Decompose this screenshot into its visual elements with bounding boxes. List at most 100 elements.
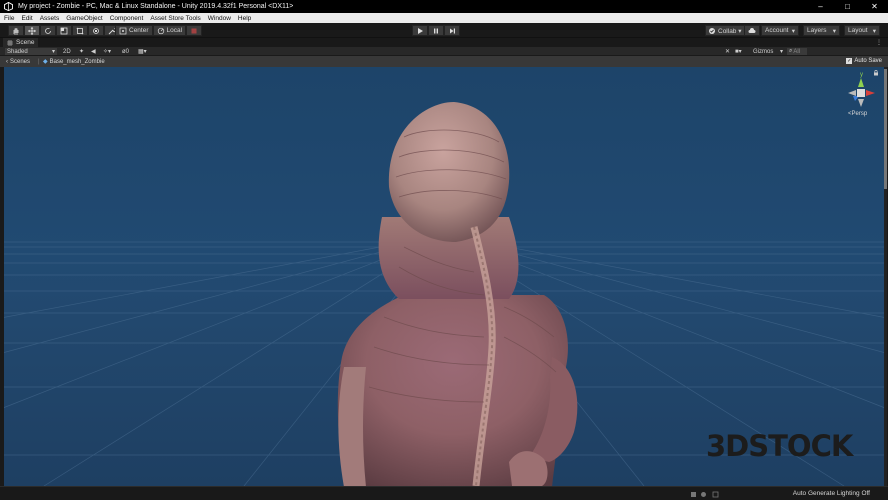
camera-settings[interactable]: ■▾ (735, 48, 742, 55)
transform-tool-button[interactable] (88, 25, 104, 36)
tools-toggle[interactable]: ✕ (725, 48, 730, 55)
grid-icon: ▦▾ (138, 49, 147, 55)
layout-label: Layout (848, 27, 868, 34)
transform-tools (8, 25, 120, 36)
window-controls: – □ ✕ (807, 0, 888, 13)
chevron-down-icon: ▾ (779, 49, 783, 55)
collab-check-icon (709, 27, 715, 34)
collab-button[interactable]: Collab ▾ (705, 25, 746, 36)
viewport-scrollbar[interactable] (884, 67, 887, 486)
menu-component[interactable]: Component (110, 15, 144, 22)
menu-edit[interactable]: Edit (21, 15, 32, 22)
lighting-status-text[interactable]: Auto Generate Lighting Off (793, 490, 870, 497)
draw-mode-dropdown[interactable]: Shaded ▾ (5, 48, 57, 55)
watermark-part1: 3D (706, 429, 749, 463)
checkbox-checked-icon: ✓ (846, 58, 853, 64)
maximize-button[interactable]: □ (834, 0, 861, 13)
toggle-2d-label: 2D (63, 48, 71, 55)
move-tool-button[interactable] (24, 25, 40, 36)
camera-icon: ■▾ (735, 49, 742, 55)
breadcrumb-separator: | (38, 58, 40, 65)
play-icon (418, 27, 423, 34)
grid-toggle[interactable]: ▦▾ (138, 48, 147, 55)
gizmo-center-cube-icon[interactable] (857, 89, 865, 97)
light-bulb-icon: ✦ (79, 49, 85, 55)
menu-help[interactable]: Help (238, 15, 251, 22)
layout-dropdown[interactable]: Layout ▾ (844, 25, 880, 36)
auto-save-toggle[interactable]: ✓ Auto Save (846, 58, 882, 64)
scale-icon (60, 27, 68, 34)
pause-button[interactable] (428, 25, 444, 36)
hand-tool-button[interactable] (8, 25, 24, 36)
y-axis-cone-icon[interactable] (858, 78, 864, 87)
lighting-toggle[interactable]: ✦ (79, 48, 84, 55)
transform-icon (93, 27, 99, 34)
pivot-local-button[interactable]: Local (152, 25, 187, 36)
chevron-left-icon: ‹ (6, 58, 8, 65)
gizmo-y-label: y (860, 72, 863, 78)
toggle-2d-button[interactable]: 2D (63, 48, 71, 55)
neg-x-axis-cone-icon[interactable] (848, 90, 856, 96)
audio-toggle[interactable]: ◀ (91, 48, 96, 55)
rect-tool-button[interactable] (72, 25, 88, 36)
step-icon (450, 28, 455, 33)
projection-label: Persp (851, 111, 868, 117)
search-icon: ⌕ (789, 48, 793, 54)
zombie-model (337, 102, 578, 486)
layers-dropdown-group: Layers ▾ (803, 25, 840, 36)
tab-strip: Scene ⋮ (0, 38, 888, 47)
window-title: My project - Zombie - PC, Mac & Linux St… (18, 3, 294, 10)
menu-file[interactable]: File (4, 15, 14, 22)
hierarchy-search-input[interactable]: ⌕ All (787, 48, 807, 55)
menu-window[interactable]: Window (208, 15, 231, 22)
neg-y-axis-cone-icon[interactable] (858, 99, 864, 107)
menu-assets[interactable]: Assets (40, 15, 60, 22)
rotate-icon (45, 27, 51, 34)
scene-render (4, 102, 884, 486)
cloud-icon (748, 27, 756, 33)
hand-icon (13, 27, 19, 34)
draw-mode-label: Shaded (7, 48, 28, 55)
scrollbar-thumb[interactable] (884, 69, 887, 189)
menu-gameobject[interactable]: GameObject (66, 15, 103, 22)
menu-bar: File Edit Assets GameObject Component As… (0, 13, 888, 23)
layout-dropdown-group: Layout ▾ (844, 25, 880, 36)
step-button[interactable] (444, 25, 460, 36)
play-controls (412, 25, 460, 36)
scale-tool-button[interactable] (56, 25, 72, 36)
x-axis-cone-icon[interactable] (866, 90, 875, 96)
gizmos-label: Gizmos (753, 48, 774, 55)
breadcrumb-object-label: Base_mesh_Zombie (49, 58, 105, 65)
account-label: Account (765, 27, 789, 34)
grid-snap-icon (191, 28, 197, 33)
projection-toggle[interactable]: <Persp (848, 111, 867, 117)
lock-icon[interactable] (873, 70, 879, 76)
breadcrumb-scenes-label: Scenes (10, 58, 31, 65)
crossed-tools-icon: ✕ (725, 49, 731, 55)
speaker-icon: ◀ (91, 49, 96, 55)
pause-icon (434, 28, 438, 33)
hidden-objects-toggle[interactable]: ø 0 (122, 48, 129, 55)
effects-toggle[interactable]: ✧▾ (103, 48, 111, 55)
pivot-center-button[interactable]: Center (115, 25, 153, 36)
cloud-button[interactable] (744, 25, 760, 36)
layers-dropdown[interactable]: Layers ▾ (803, 25, 840, 36)
tab-menu-icon[interactable]: ⋮ (876, 39, 882, 46)
close-button[interactable]: ✕ (861, 0, 888, 13)
breadcrumb-object[interactable]: ◆ Base_mesh_Zombie (43, 58, 105, 66)
rotate-tool-button[interactable] (40, 25, 56, 36)
play-button[interactable] (412, 25, 428, 36)
account-dropdown[interactable]: Account ▾ (761, 25, 799, 36)
pivot-center-icon (119, 27, 127, 34)
menu-asset-store-tools[interactable]: Asset Store Tools (150, 15, 200, 22)
collab-label: Collab ▾ (718, 27, 742, 35)
tab-scene-label: Scene (16, 39, 35, 46)
breadcrumb-scenes[interactable]: ‹ Scenes (6, 58, 30, 65)
chevron-down-icon: ▾ (872, 27, 876, 35)
gizmos-dropdown[interactable]: Gizmos ▾ (753, 48, 783, 56)
account-tools: Collab ▾ (705, 25, 746, 36)
snap-button[interactable] (186, 25, 203, 36)
minimize-button[interactable]: – (807, 0, 834, 13)
scene-viewport[interactable] (4, 67, 884, 486)
tab-scene[interactable]: Scene (3, 38, 39, 47)
